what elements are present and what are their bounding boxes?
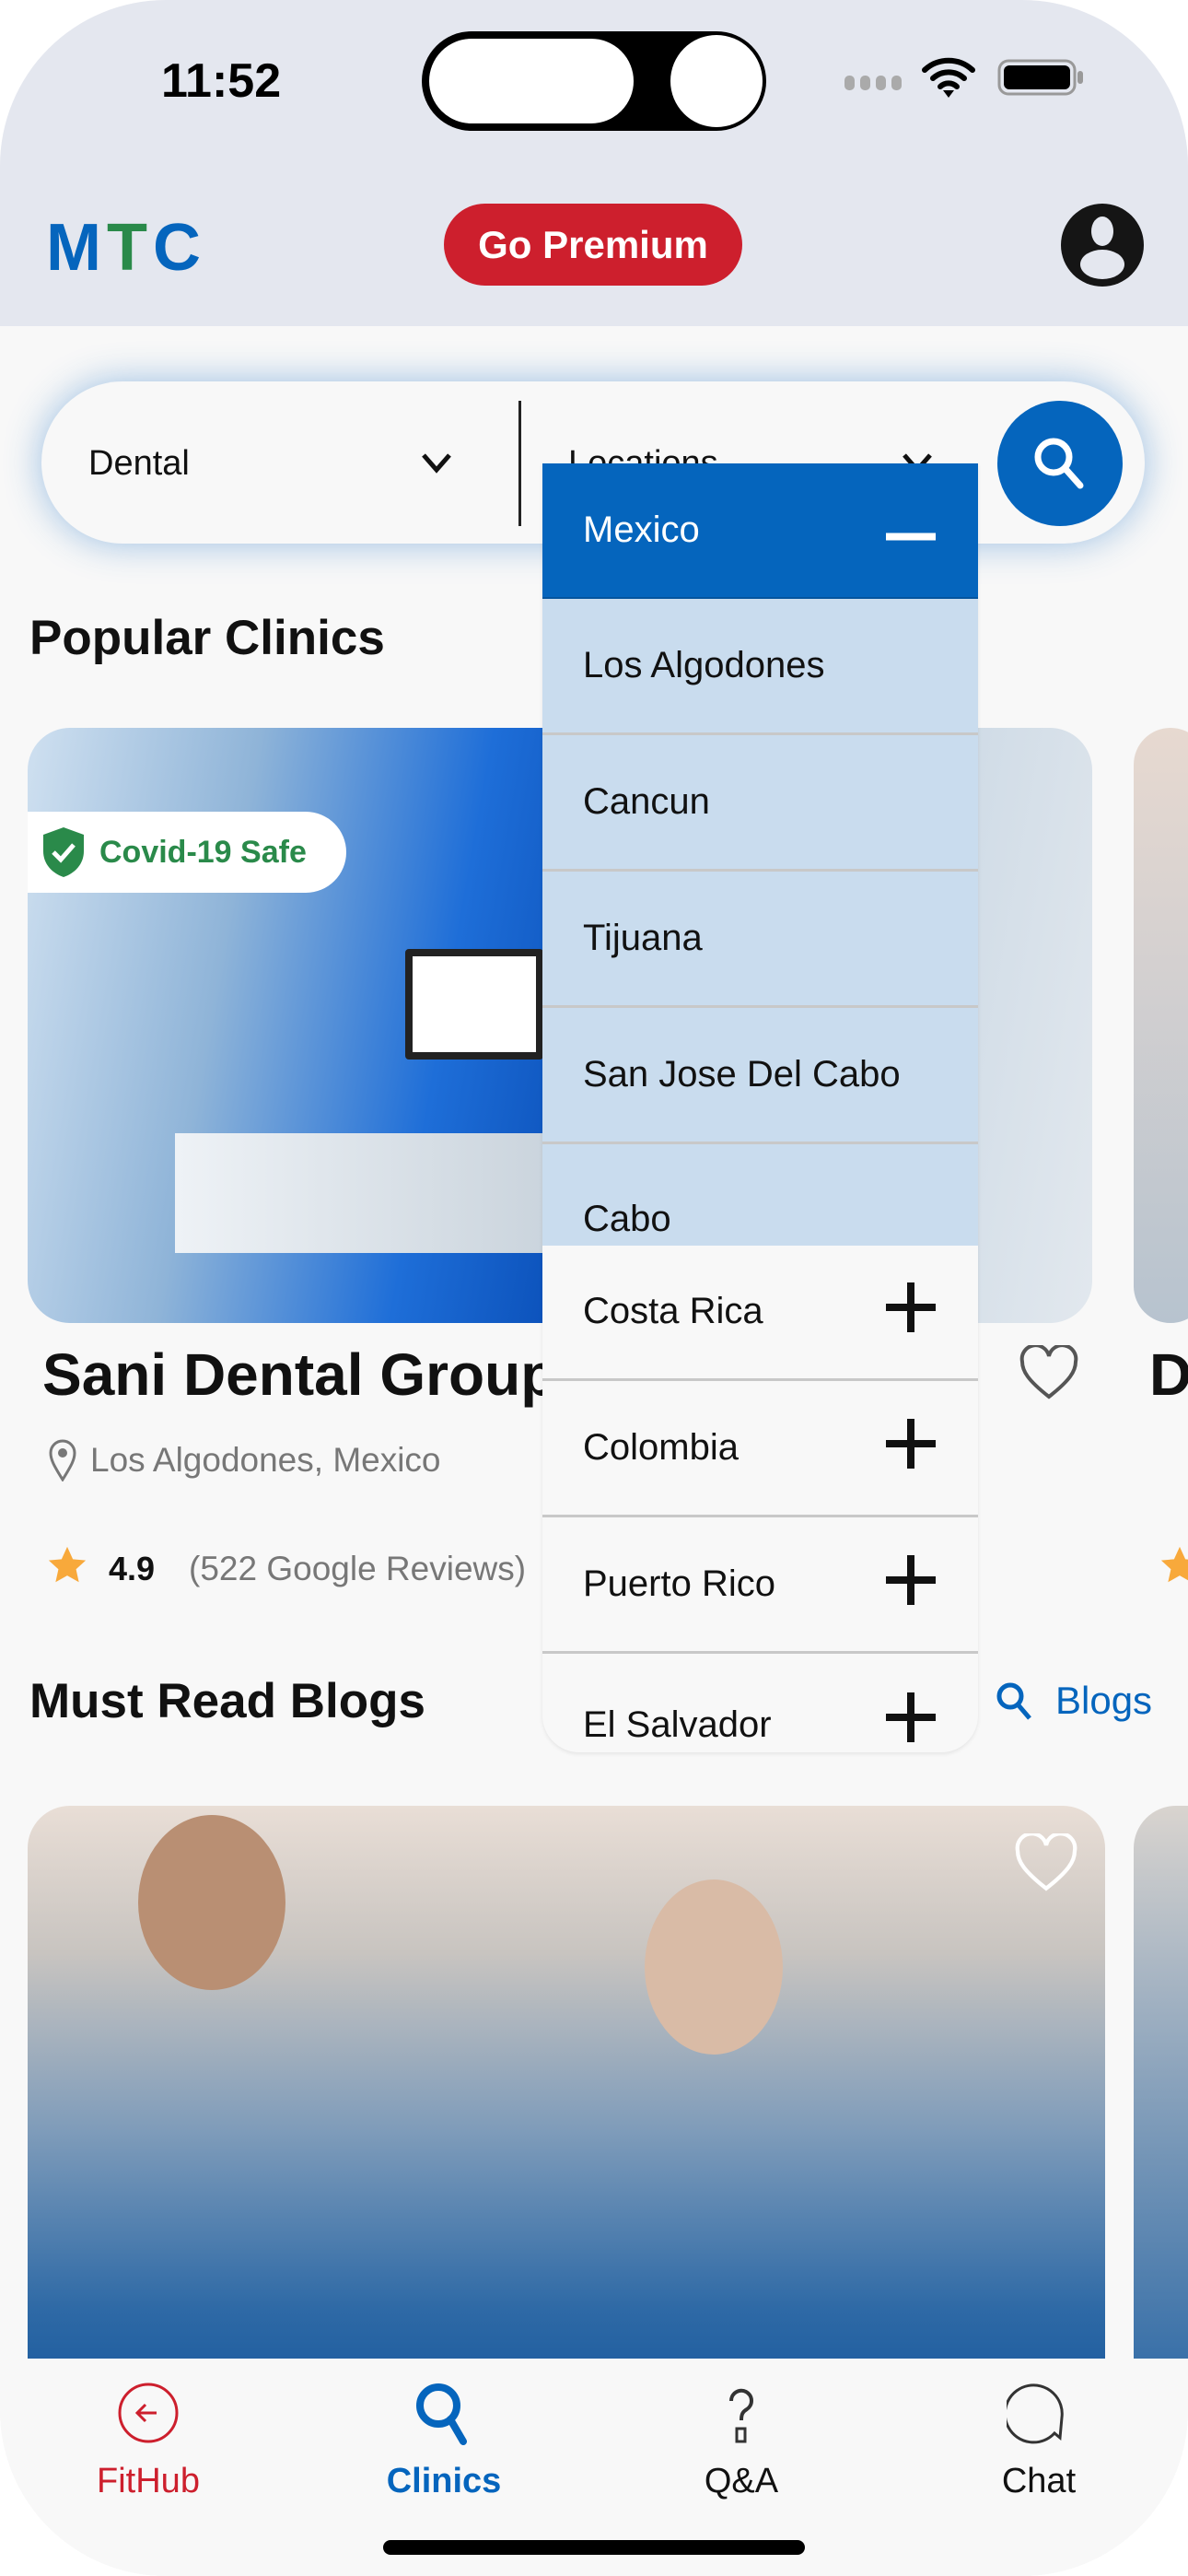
badge-label: Covid-19 Safe xyxy=(99,834,307,870)
country-label: Puerto Rico xyxy=(583,1563,775,1604)
clinic-name[interactable]: Sani Dental Group xyxy=(42,1341,556,1409)
plus-icon[interactable] xyxy=(886,1282,936,1341)
mtc-logo[interactable]: MTC xyxy=(46,210,206,286)
country-label: Costa Rica xyxy=(583,1291,763,1331)
dropdown-country[interactable]: Costa Rica xyxy=(542,1245,978,1381)
dropdown-city[interactable]: Cancun xyxy=(542,735,978,872)
search-icon xyxy=(416,2383,467,2445)
question-icon xyxy=(728,2388,753,2443)
city-label: Cabo xyxy=(583,1199,671,1239)
blog-card-image[interactable] xyxy=(28,1806,1105,2395)
nav-label: FitHub xyxy=(97,2462,200,2500)
phone-screen: 11:52 MTC Go Premium Dental Locations Po… xyxy=(0,0,1188,2576)
nav-clinics[interactable]: Clinics xyxy=(352,2381,536,2501)
island-circle xyxy=(670,35,763,127)
clinic-reviews: (522 Google Reviews) xyxy=(189,1550,527,1587)
city-label: Los Algodones xyxy=(583,645,825,685)
clinic-location: Los Algodones, Mexico xyxy=(90,1441,441,1479)
go-premium-button[interactable]: Go Premium xyxy=(444,204,742,286)
search-button[interactable] xyxy=(997,401,1123,526)
next-clinic-name[interactable]: D xyxy=(1149,1341,1188,1409)
nav-qa[interactable]: Q&A xyxy=(649,2381,833,2501)
next-clinic-card-image[interactable] xyxy=(1134,728,1188,1323)
search-icon xyxy=(1034,438,1084,489)
favorite-heart-icon[interactable] xyxy=(1019,1343,1079,1405)
favorite-heart-icon[interactable] xyxy=(1013,1832,1079,1897)
profile-avatar-icon[interactable] xyxy=(1061,204,1144,291)
battery-icon xyxy=(997,59,1086,100)
search-icon xyxy=(996,1682,1031,1720)
shield-check-icon xyxy=(43,827,84,877)
status-time: 11:52 xyxy=(161,54,282,108)
country-label: Colombia xyxy=(583,1427,739,1468)
blogs-link[interactable]: Blogs xyxy=(995,1679,1152,1723)
blogs-link-label: Blogs xyxy=(1055,1679,1153,1722)
logo-t: T xyxy=(106,211,153,285)
clinic-photo-screen xyxy=(405,949,543,1060)
category-select[interactable]: Dental xyxy=(88,444,190,484)
search-divider xyxy=(518,401,521,526)
chat-bubble-icon xyxy=(1007,2383,1064,2444)
star-icon xyxy=(1159,1545,1188,1592)
back-circle-icon xyxy=(118,2383,179,2443)
city-label: Tijuana xyxy=(583,918,703,958)
dropdown-city[interactable]: San Jose Del Cabo xyxy=(542,1008,978,1144)
plus-icon[interactable] xyxy=(886,1418,936,1478)
country-label: Mexico xyxy=(583,509,700,550)
locations-dropdown: Mexico Los Algodones Cancun Tijuana San … xyxy=(542,463,978,1752)
location-pin-icon xyxy=(48,1439,77,1486)
home-indicator xyxy=(383,2540,805,2555)
minus-icon[interactable] xyxy=(886,509,936,551)
logo-m: M xyxy=(46,211,107,285)
popular-clinics-heading: Popular Clinics xyxy=(29,611,385,665)
country-label: El Salvador xyxy=(583,1704,772,1745)
nav-label: Q&A xyxy=(704,2462,779,2500)
clinic-photo-desk xyxy=(175,1133,562,1253)
dropdown-country[interactable]: Puerto Rico xyxy=(542,1517,978,1654)
next-blog-card-image[interactable] xyxy=(1134,1806,1188,2395)
city-label: Cancun xyxy=(583,781,710,822)
blog-photo-face-2 xyxy=(138,1815,285,1990)
plus-icon[interactable] xyxy=(886,1554,936,1614)
plus-icon[interactable] xyxy=(886,1692,936,1751)
signal-icon xyxy=(843,66,907,99)
island-pill xyxy=(425,35,637,127)
dropdown-city[interactable]: Cabo xyxy=(542,1144,978,1246)
logo-c: C xyxy=(152,211,206,285)
dropdown-country[interactable]: El Salvador xyxy=(542,1654,978,1752)
nav-chat[interactable]: Chat xyxy=(947,2381,1131,2501)
city-label: San Jose Del Cabo xyxy=(583,1054,901,1095)
star-icon xyxy=(46,1545,88,1592)
nav-fithub[interactable]: FitHub xyxy=(56,2381,240,2501)
blog-photo-face xyxy=(645,1879,783,2055)
dropdown-country[interactable]: Colombia xyxy=(542,1381,978,1517)
nav-label: Chat xyxy=(1001,2462,1077,2500)
must-read-blogs-heading: Must Read Blogs xyxy=(29,1674,425,1728)
dropdown-country-mexico[interactable]: Mexico xyxy=(542,463,978,600)
wifi-icon xyxy=(921,53,976,104)
dropdown-city[interactable]: Los Algodones xyxy=(542,599,978,735)
clinic-rating: 4.9 xyxy=(109,1550,156,1587)
dropdown-city[interactable]: Tijuana xyxy=(542,872,978,1008)
nav-label: Clinics xyxy=(386,2462,502,2500)
chevron-down-icon[interactable] xyxy=(420,450,453,482)
covid-safe-badge: Covid-19 Safe xyxy=(28,812,346,893)
